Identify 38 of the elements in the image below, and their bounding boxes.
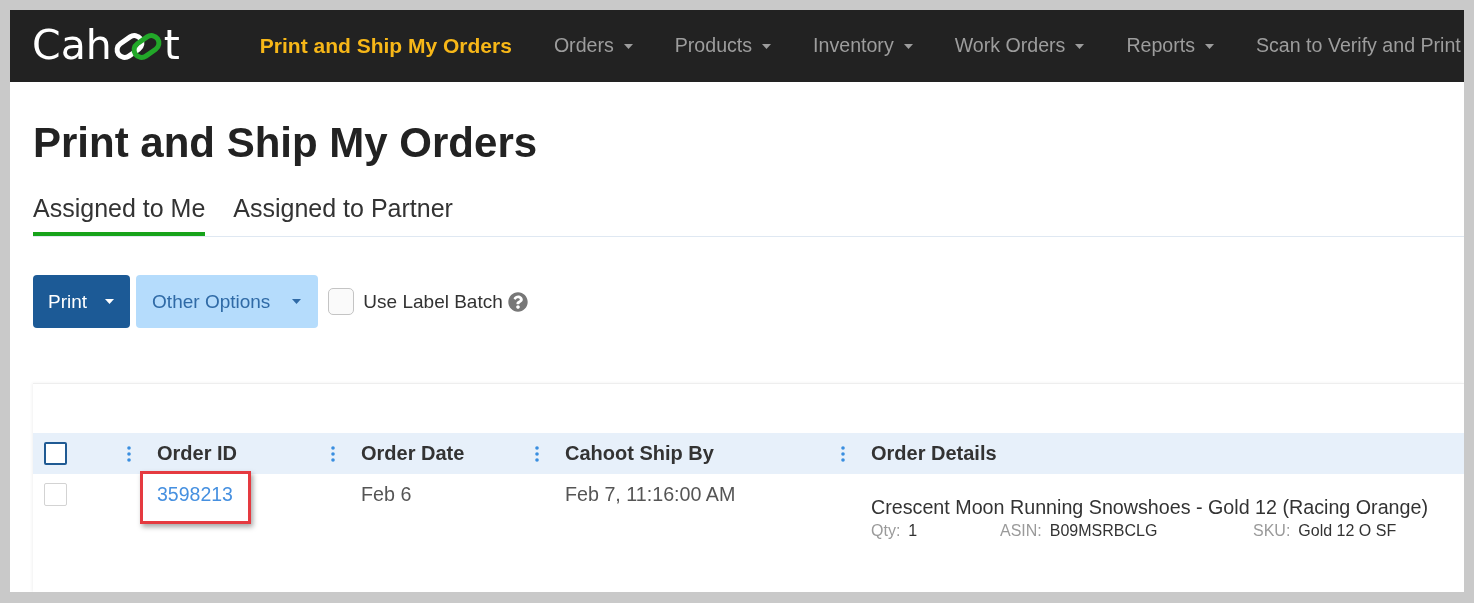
product-title: Crescent Moon Running Snowshoes - Gold 12 (Racing Orange) (871, 496, 1429, 518)
nav-link[interactable]: Inventory (813, 34, 913, 58)
checkbox[interactable] (328, 288, 355, 315)
column-header[interactable]: Order Details (871, 442, 997, 465)
column-menu-icon[interactable] (331, 445, 335, 462)
field-value: 1 (908, 521, 918, 541)
row-checkbox[interactable] (44, 483, 67, 506)
field-label: Qty: (871, 521, 901, 541)
help-icon[interactable] (507, 291, 528, 312)
nav-link[interactable]: Work Orders (954, 34, 1085, 58)
column-menu-icon[interactable] (535, 445, 539, 462)
nav-link[interactable]: Print and Ship My Orders (259, 33, 512, 59)
logo-text: Cah (32, 24, 112, 66)
dropdown-button[interactable]: Print (33, 275, 131, 328)
tab[interactable]: Assigned to Me (33, 194, 206, 236)
field-label: SKU: (1253, 521, 1291, 541)
logo-text: t (163, 24, 180, 66)
tab[interactable]: Assigned to Partner (233, 194, 453, 236)
field-label: ASIN: (1000, 521, 1042, 541)
column-header[interactable]: Order Date (361, 442, 465, 465)
dropdown-button[interactable]: Other Options (136, 275, 319, 328)
field-value: B09MSRBCLG (1049, 521, 1158, 541)
column-header[interactable]: Cahoot Ship By (565, 442, 714, 465)
column-header[interactable]: Order ID (157, 442, 238, 465)
table-cell-text: Feb 7, 11:16:00 AM (565, 483, 737, 505)
caret-icon (105, 299, 115, 304)
page-title: Print and Ship My Orders (33, 118, 539, 167)
column-menu-icon[interactable] (841, 445, 845, 462)
nav-link[interactable]: Orders (553, 34, 633, 58)
column-menu-icon[interactable] (127, 445, 131, 462)
field-value: Gold 12 O SF (1298, 521, 1397, 541)
nav-link[interactable]: Products (674, 34, 772, 58)
checkbox-label: Use Label Batch (363, 290, 503, 313)
caret-icon (292, 299, 302, 304)
table-cell-text: Feb 6 (361, 483, 413, 505)
nav-link[interactable]: Scan to Verify and Print (1256, 34, 1461, 58)
nav-link[interactable]: Reports (1126, 34, 1214, 58)
select-all-checkbox[interactable] (44, 442, 67, 465)
